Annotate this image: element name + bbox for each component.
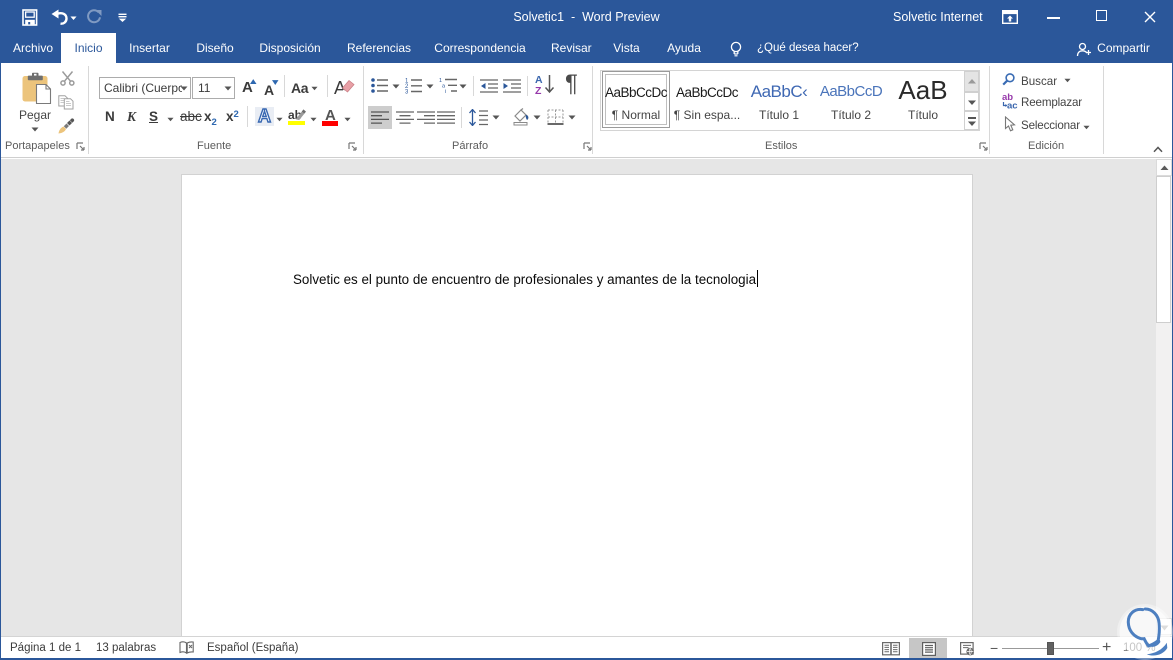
svg-text:i: i bbox=[445, 89, 446, 94]
svg-text:3: 3 bbox=[405, 90, 409, 95]
svg-text:Z: Z bbox=[535, 85, 542, 95]
svg-text:ac: ac bbox=[1007, 101, 1018, 110]
